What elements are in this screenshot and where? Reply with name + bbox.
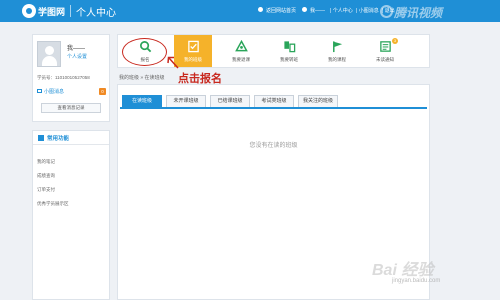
nav-label-my-classes: 我的班级 bbox=[184, 57, 202, 62]
tab-upcoming-classes[interactable]: 未开课班级 bbox=[166, 95, 206, 107]
function-item-showcase[interactable]: 优秀学员展示区 bbox=[37, 201, 69, 207]
nav-item-transfer[interactable]: 我要转班 bbox=[270, 35, 308, 67]
nav-label-transfer: 我要转班 bbox=[280, 57, 298, 62]
logo-icon[interactable] bbox=[22, 4, 36, 18]
main-nav-bar: 报名 我的班级 我要退课 我要转班 我的课程 3 未读通知 bbox=[117, 34, 430, 68]
header-divider bbox=[70, 5, 71, 17]
tencent-video-watermark: 腾讯视频 bbox=[394, 6, 443, 20]
breadcrumb: 我的班级 » 在读班级 bbox=[119, 75, 165, 81]
header-link-messages[interactable]: | 小图消息 bbox=[356, 7, 379, 14]
search-icon bbox=[140, 41, 152, 53]
nav-item-drop-course[interactable]: 我要退课 bbox=[222, 35, 260, 67]
baidu-jingyan-watermark: Bai 经验 bbox=[372, 262, 434, 279]
student-id: 学员号：11010010527058 bbox=[37, 75, 90, 80]
page-title: 个人中心 bbox=[76, 8, 116, 19]
header-link-center[interactable]: | 个人中心 bbox=[330, 7, 353, 14]
tab-followed-classes[interactable]: 我关注的班级 bbox=[298, 95, 338, 107]
empty-state-text: 您没有在读的班级 bbox=[249, 143, 298, 149]
user-icon bbox=[302, 7, 307, 12]
transfer-icon bbox=[284, 41, 296, 53]
message-link[interactable]: 小图消息 bbox=[44, 88, 64, 95]
function-item-payment[interactable]: 订单支付 bbox=[37, 187, 55, 193]
function-item-notes[interactable]: 我的笔记 bbox=[37, 159, 55, 165]
view-message-history-button[interactable]: 查看消息记录 bbox=[41, 103, 101, 113]
nav-label-drop-course: 我要退课 bbox=[232, 57, 250, 62]
common-functions-panel: 常用功能 我的笔记 成绩查询 订单支付 优秀学员展示区 bbox=[32, 130, 110, 300]
notice-icon bbox=[380, 41, 391, 52]
profile-card: 我—— 个人设置 学员号：11010010527058 小图消息 0 查看消息记… bbox=[32, 34, 110, 122]
logo-text[interactable]: 学图网 bbox=[38, 5, 65, 18]
home-icon bbox=[258, 7, 263, 12]
common-functions-title: 常用功能 bbox=[47, 136, 70, 142]
message-count-badge: 0 bbox=[99, 88, 106, 95]
tab-finished-classes[interactable]: 已结课班级 bbox=[210, 95, 250, 107]
nav-label-my-courses: 我的课程 bbox=[328, 57, 346, 62]
nav-item-my-classes[interactable]: 我的班级 bbox=[174, 35, 212, 67]
unread-count-badge: 3 bbox=[392, 38, 398, 44]
flag-icon bbox=[333, 41, 343, 53]
nav-label-signup: 报名 bbox=[140, 57, 150, 62]
nav-item-signup[interactable]: 报名 bbox=[126, 35, 164, 67]
header-link-home[interactable]: 返回网站首页 bbox=[266, 7, 296, 14]
profile-name: 我—— bbox=[67, 46, 86, 52]
tab-current-classes[interactable]: 在读班级 bbox=[122, 95, 162, 107]
tab-exam-classes[interactable]: 考试类班级 bbox=[254, 95, 294, 107]
function-item-grades[interactable]: 成绩查询 bbox=[37, 173, 55, 179]
functions-icon bbox=[38, 135, 44, 141]
profile-settings-link[interactable]: 个人设置 bbox=[67, 53, 87, 60]
nav-item-unread-notices[interactable]: 3 未读通知 bbox=[366, 35, 404, 67]
class-tabs: 在读班级 未开课班级 已结课班级 考试类班级 我关注的班级 bbox=[120, 95, 427, 109]
common-functions-header: 常用功能 bbox=[33, 131, 109, 145]
top-header-bar: 学图网 个人中心 返回网站首页 我—— | 个人中心 | 小图消息 | 退出 腾… bbox=[0, 0, 500, 22]
baidu-jingyan-url: jingyan.baidu.com bbox=[392, 278, 441, 284]
tencent-video-watermark-logo bbox=[380, 5, 393, 18]
header-link-user[interactable]: 我—— bbox=[310, 7, 325, 14]
nav-label-unread-notices: 未读通知 bbox=[376, 57, 394, 62]
recycle-icon bbox=[235, 40, 248, 52]
clipboard-icon bbox=[188, 40, 199, 53]
message-icon bbox=[37, 89, 42, 93]
avatar[interactable] bbox=[37, 41, 61, 67]
nav-item-my-courses[interactable]: 我的课程 bbox=[318, 35, 356, 67]
